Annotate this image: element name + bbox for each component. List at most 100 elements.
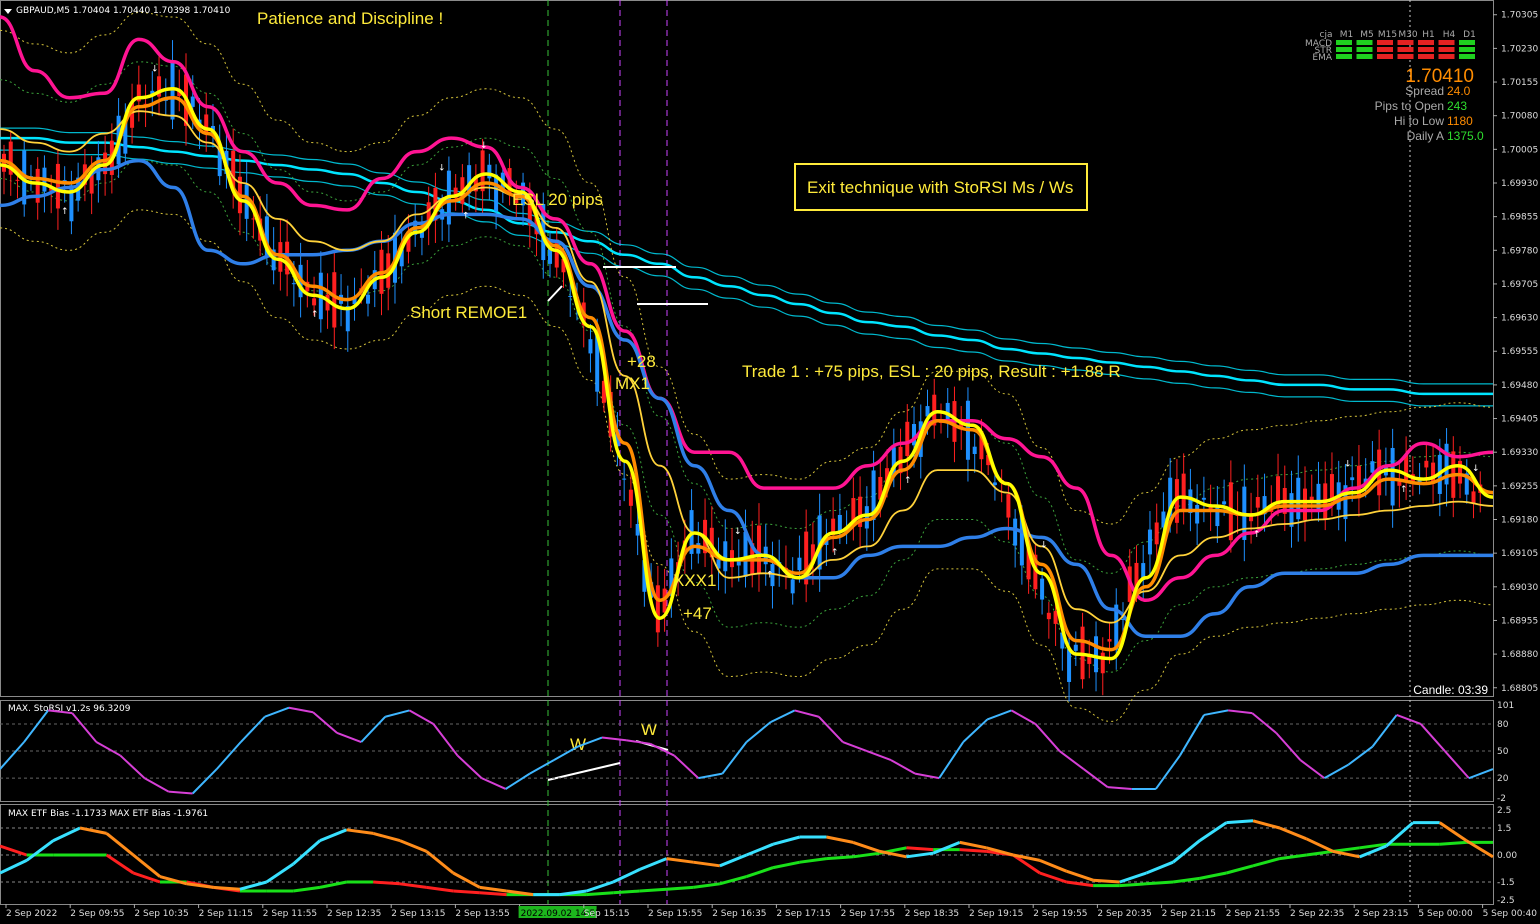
annotation-exit-technique: Exit technique with StoRSI Ms / Ws xyxy=(807,178,1073,197)
matrix-cell xyxy=(1418,47,1434,52)
etf-step-segment xyxy=(586,891,614,897)
arrow-down-icon: ↓ xyxy=(1344,460,1352,470)
time-tick-label: 2 Sep 23:15 xyxy=(1354,909,1408,919)
annotation-trade-result: Trade 1 : +75 pips, ESL : 20 pips, Resul… xyxy=(742,362,1121,381)
etf-step-segment xyxy=(906,846,934,852)
candle-body xyxy=(190,96,195,107)
candle-body xyxy=(622,478,627,480)
candle-body xyxy=(992,482,997,486)
annotation-xxx1: XXX1 xyxy=(673,571,716,590)
candle-timer: Candle: 03:39 xyxy=(1413,683,1488,697)
candle-body xyxy=(756,525,761,574)
matrix-cell xyxy=(1459,40,1475,45)
annotation-patience: Patience and Discipline ! xyxy=(257,9,443,28)
info-row-label: Spread xyxy=(1405,84,1444,98)
candle-body xyxy=(15,179,20,181)
etf-step-segment xyxy=(613,889,640,895)
matrix-cell xyxy=(1336,40,1352,45)
candle-body xyxy=(1040,578,1045,600)
price-tick-label: 1.70305 xyxy=(1501,11,1538,21)
candle-body xyxy=(1100,652,1105,674)
etf-bias-segment xyxy=(213,885,241,891)
mt4-chart-window[interactable]: ↑ ↓ ↑ ↓ ↑ ↓ ↓ ↑ ↑ ↑ ↓ ↑ ↓ ↑ ↓ 1.70305 1.70230 1.70155 1.7… xyxy=(0,0,1540,924)
matrix-cell xyxy=(1438,54,1455,59)
time-tick-label: 2 Sep 11:15 xyxy=(199,909,253,919)
annotation-mx1: MX1 xyxy=(615,374,650,393)
price-tick-label: 1.70005 xyxy=(1501,145,1538,155)
arrow-up-icon: ↑ xyxy=(831,548,839,558)
candle-body xyxy=(1424,460,1429,468)
time-tick-label: Sep 15:15 xyxy=(584,909,630,919)
time-tick-label: 2 Sep 22:35 xyxy=(1290,909,1344,919)
time-tick-label: 2 Sep 19:15 xyxy=(969,909,1023,919)
chart-header: GBPAUD,M5 1.70404 1.70440 1.70398 1.7041… xyxy=(4,6,231,16)
time-tick-label: 2 Sep 10:35 xyxy=(134,909,188,919)
info-row-value: 1375.0 xyxy=(1447,129,1484,143)
time-tick-label: 2 Sep 21:15 xyxy=(1162,909,1216,919)
candle-body xyxy=(251,218,256,220)
storsi-tick-label: 80 xyxy=(1497,720,1509,730)
candle-body xyxy=(790,579,795,594)
matrix-cell xyxy=(1438,47,1455,52)
candle-body xyxy=(1053,611,1058,624)
annotation-w-right: W xyxy=(641,720,657,739)
price-tick-label: 1.69255 xyxy=(1501,482,1538,492)
time-tick-label: 2 Sep 15:55 xyxy=(648,909,702,919)
etf-tick-label: 2.5 xyxy=(1497,806,1511,816)
candle-body xyxy=(312,298,317,306)
candle-body xyxy=(1390,447,1395,506)
matrix-cell xyxy=(1438,40,1455,45)
price-tick-label: 1.69705 xyxy=(1501,280,1538,290)
matrix-col-label: M30 xyxy=(1398,30,1417,40)
matrix-col-label: M5 xyxy=(1360,30,1374,40)
price-tick-label: 1.68880 xyxy=(1501,650,1538,660)
time-tick-label: 2 Sep 09:55 xyxy=(70,909,124,919)
candle-body xyxy=(588,339,593,354)
candle-body xyxy=(1073,644,1078,651)
arrow-down-icon: ↓ xyxy=(734,527,742,537)
candle-body xyxy=(1471,491,1476,504)
matrix-cell xyxy=(1397,47,1414,52)
arrow-up-icon: ↑ xyxy=(462,211,470,221)
arrow-down-icon: ↓ xyxy=(1472,464,1480,474)
time-tick-label: 2 Sep 11:55 xyxy=(263,909,317,919)
etf-bias-segment xyxy=(1226,819,1254,825)
matrix-row-label: EMA xyxy=(1312,53,1332,63)
info-row-label: Daily A xyxy=(1407,129,1444,143)
annotation-plus47: +47 xyxy=(683,604,712,623)
time-tick-label: 2 Sep 13:55 xyxy=(455,909,509,919)
annotation-short-entry: Short REMOE1 xyxy=(410,303,527,322)
arrow-up-icon: ↑ xyxy=(1253,530,1261,540)
candle-body xyxy=(655,585,660,633)
price-tick-label: 1.69330 xyxy=(1501,448,1538,458)
etf-step-segment xyxy=(1146,880,1174,886)
matrix-col-label: H4 xyxy=(1443,30,1456,40)
etf-step-segment xyxy=(666,885,694,891)
etf-bias-segment xyxy=(1092,878,1120,884)
etf-step-segment xyxy=(959,848,987,853)
price-tick-label: 1.70155 xyxy=(1501,78,1538,88)
price-tick-label: 1.69630 xyxy=(1501,314,1538,324)
candle-body xyxy=(864,506,869,529)
time-tick-label: 2 Sep 16:35 xyxy=(712,909,766,919)
price-tick-label: 1.70230 xyxy=(1501,44,1538,54)
etf-title: MAX ETF Bias -1.1733 MAX ETF Bias -1.976… xyxy=(8,809,208,819)
matrix-cell xyxy=(1377,54,1393,59)
candle-body xyxy=(1107,639,1112,642)
candle-body xyxy=(568,295,573,297)
etf-step-segment xyxy=(1439,840,1467,846)
time-tick-label: 2 Sep 21:55 xyxy=(1226,909,1280,919)
candle-body xyxy=(1201,497,1206,500)
candle-body xyxy=(905,421,910,456)
matrix-col-label: H1 xyxy=(1422,30,1435,40)
storsi-tick-label: 101 xyxy=(1497,701,1514,711)
arrow-up-icon: ↑ xyxy=(311,310,319,320)
matrix-cell xyxy=(1377,40,1393,45)
matrix-cell xyxy=(1336,47,1352,52)
price-tick-label: 1.69105 xyxy=(1501,549,1538,559)
candle-body xyxy=(1006,494,1011,518)
time-tick-label: 2 Sep 13:15 xyxy=(391,909,445,919)
candle-body xyxy=(332,272,337,328)
price-tick-label: 1.69030 xyxy=(1501,583,1538,593)
matrix-cell xyxy=(1356,54,1373,59)
